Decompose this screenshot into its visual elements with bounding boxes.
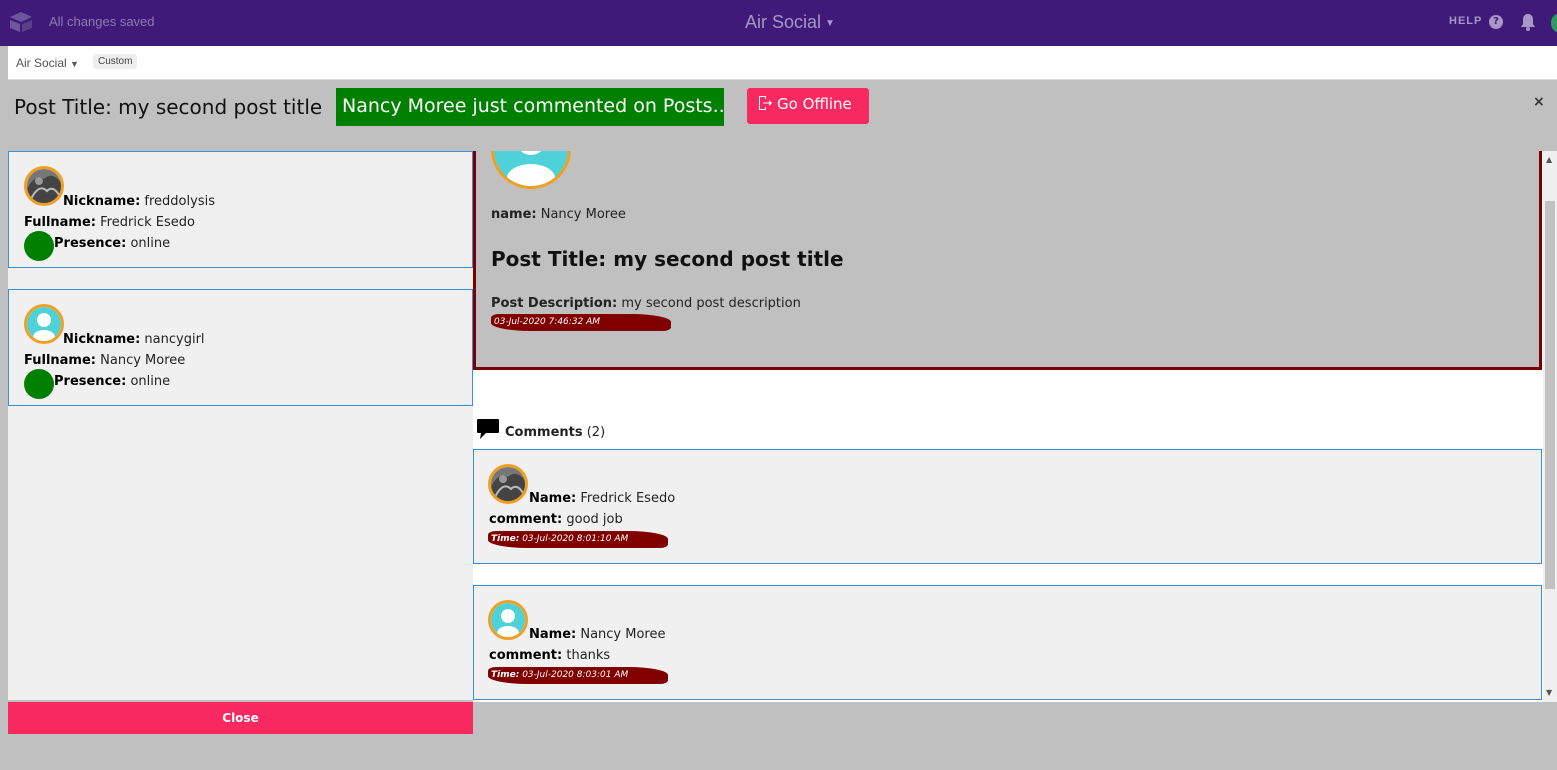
commenter-avatar [488,464,528,504]
chevron-down-icon: ▼ [70,59,79,69]
base-switcher[interactable]: Air Social ▼ [16,56,79,70]
comment-timestamp: Time: 03-Jul-2020 8:03:01 AM [488,667,668,684]
comment-icon [477,419,499,439]
commenter-name: Name: Fredrick Esedo [529,491,675,506]
comment-notification: Nancy Moree just commented on Posts... [336,88,724,126]
default-avatar-icon [494,151,568,186]
default-avatar-icon [27,307,61,341]
time-value: 03-Jul-2020 8:03:01 AM [522,670,629,680]
chevron-down-icon: ▼ [825,17,835,29]
comment-name-label: Name: [529,491,577,506]
user-card: Nickname: nancygirl Fullname: Nancy More… [8,289,473,406]
base-title: Air Social [745,12,822,32]
online-users-list: Nickname: freddolysis Fullname: Fredrick… [8,151,473,700]
default-avatar-icon [491,603,525,637]
comments-count: (2) [586,425,606,440]
base-title-menu[interactable]: Air Social ▼ [745,12,835,33]
presence-label: Presence: [54,374,127,389]
airtable-logo-icon[interactable] [8,11,34,33]
user-presence: Presence: online [54,236,170,251]
scroll-up-icon[interactable]: ▲ [1546,155,1552,164]
post-name-label: name: [491,207,537,222]
detail-scrollbar[interactable]: ▲ ▼ [1543,151,1557,702]
post-description-value: my second post description [621,296,801,311]
comment-text-value: good job [566,512,623,527]
presence-indicator [24,369,54,399]
comment-name-label: Name: [529,627,577,642]
go-offline-label: Go Offline [777,95,852,113]
view-tag[interactable]: Custom [93,54,138,69]
user-card: Nickname: freddolysis Fullname: Fredrick… [8,151,473,268]
comment-name-value: Fredrick Esedo [580,491,676,506]
close-button[interactable]: Close [8,702,473,734]
logout-icon [759,96,772,110]
presence-label: Presence: [54,236,127,251]
go-offline-button[interactable]: Go Offline [747,88,869,124]
comments-header: Comments (2) [476,418,605,440]
post-detail-panel: name: Nancy Moree Post Title: my second … [473,151,1543,702]
post-description: Post Description: my second post descrip… [491,296,801,311]
commenter-avatar [488,600,528,640]
comment-timestamp: Time: 03-Jul-2020 8:01:10 AM [488,531,668,548]
post-modal: Post Title: my second post title Nancy M… [8,82,1557,770]
account-avatar[interactable] [1551,14,1557,32]
user-avatar [24,166,64,206]
fullname-label: Fullname: [24,215,96,230]
commenter-name: Name: Nancy Moree [529,627,666,642]
base-subbar: Air Social ▼ Custom [8,46,1557,80]
post-description-label: Post Description: [491,296,618,311]
post-title: Post Title: my second post title [491,247,844,271]
presence-value: online [130,374,171,389]
nickname-value: freddolysis [144,194,215,209]
save-status: All changes saved [49,14,155,29]
post-timestamp: 03-Jul-2020 7:46:32 AM [491,314,671,331]
nickname-label: Nickname: [63,332,141,347]
fullname-value: Fredrick Esedo [100,215,195,230]
post-name-value: Nancy Moree [540,207,626,222]
user-fullname: Fullname: Fredrick Esedo [24,215,195,230]
scroll-down-icon[interactable]: ▼ [1546,688,1552,697]
help-link[interactable]: HELP [1449,15,1482,27]
comment-card: Name: Nancy Moree comment: thanks Time: … [473,585,1542,700]
base-switcher-label: Air Social [16,56,67,70]
time-label: Time: [491,534,520,544]
time-value: 03-Jul-2020 8:01:10 AM [522,534,629,544]
user-nickname: Nickname: nancygirl [63,332,205,347]
nickname-value: nancygirl [144,332,205,347]
user-presence: Presence: online [54,374,170,389]
help-icon[interactable]: ? [1489,15,1503,29]
user-nickname: Nickname: freddolysis [63,194,215,209]
post-card: name: Nancy Moree Post Title: my second … [473,151,1542,370]
fullname-value: Nancy Moree [100,353,186,368]
presence-indicator [24,231,54,261]
post-author: name: Nancy Moree [491,207,626,222]
time-label: Time: [491,670,520,680]
bell-icon[interactable] [1520,13,1536,31]
comment-text-label: comment: [489,648,563,663]
user-fullname: Fullname: Nancy Moree [24,353,185,368]
comment-name-value: Nancy Moree [580,627,666,642]
post-author-avatar [491,151,571,189]
comment-text-value: thanks [566,648,611,663]
comment-card: Name: Fredrick Esedo comment: good job T… [473,449,1542,564]
modal-post-title: Post Title: my second post title [14,95,323,119]
user-avatar [24,304,64,344]
fullname-label: Fullname: [24,353,96,368]
photo-avatar-icon [27,169,61,203]
nickname-label: Nickname: [63,194,141,209]
close-icon[interactable]: × [1533,94,1545,110]
comment-text: comment: good job [489,512,623,527]
scrollbar-thumb[interactable] [1545,201,1555,589]
presence-value: online [130,236,171,251]
comment-text: comment: thanks [489,648,610,663]
app-topbar: All changes saved Air Social ▼ HELP ? [0,0,1557,46]
comments-label: Comments [505,425,583,440]
photo-avatar-icon [491,467,525,501]
comment-text-label: comment: [489,512,563,527]
